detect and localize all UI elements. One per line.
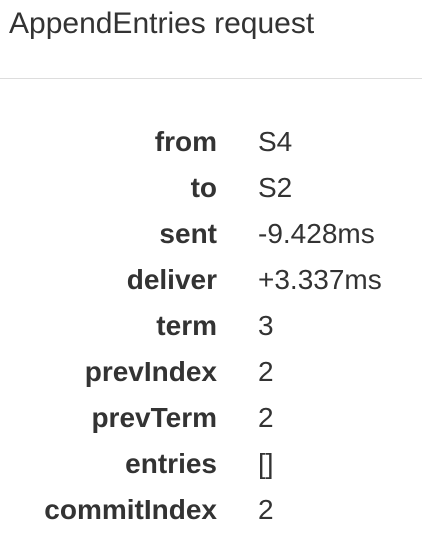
field-row-from: from S4 bbox=[0, 119, 422, 165]
field-row-commit-index: commitIndex 2 bbox=[0, 487, 422, 533]
panel-title: AppendEntries request bbox=[9, 7, 315, 40]
field-row-prev-index: prevIndex 2 bbox=[0, 349, 422, 395]
field-label-prev-term: prevTerm bbox=[91, 402, 217, 433]
field-value-to: S2 bbox=[258, 172, 293, 203]
field-label-to: to bbox=[190, 172, 217, 203]
field-list: from S4 to S2 sent -9.428ms deliver +3.3… bbox=[0, 119, 422, 533]
field-value-deliver: +3.337ms bbox=[258, 264, 382, 295]
field-label-commit-index: commitIndex bbox=[44, 494, 217, 525]
field-row-sent: sent -9.428ms bbox=[0, 211, 422, 257]
field-label-term: term bbox=[156, 310, 217, 341]
field-label-from: from bbox=[154, 126, 217, 157]
field-value-entries: [] bbox=[258, 448, 274, 479]
field-value-prev-term: 2 bbox=[258, 402, 274, 433]
field-label-entries: entries bbox=[125, 448, 217, 479]
message-detail-panel: AppendEntries request from S4 to S2 sent… bbox=[0, 0, 422, 535]
field-value-prev-index: 2 bbox=[258, 356, 274, 387]
field-row-to: to S2 bbox=[0, 165, 422, 211]
field-value-sent: -9.428ms bbox=[258, 218, 375, 249]
field-label-deliver: deliver bbox=[126, 264, 217, 295]
field-row-prev-term: prevTerm 2 bbox=[0, 395, 422, 441]
field-label-sent: sent bbox=[159, 218, 217, 249]
field-value-term: 3 bbox=[258, 310, 274, 341]
field-row-deliver: deliver +3.337ms bbox=[0, 257, 422, 303]
field-row-term: term 3 bbox=[0, 303, 422, 349]
field-label-prev-index: prevIndex bbox=[84, 356, 217, 387]
field-value-commit-index: 2 bbox=[258, 494, 274, 525]
field-row-entries: entries [] bbox=[0, 441, 422, 487]
title-divider bbox=[0, 78, 422, 79]
field-value-from: S4 bbox=[258, 126, 293, 157]
